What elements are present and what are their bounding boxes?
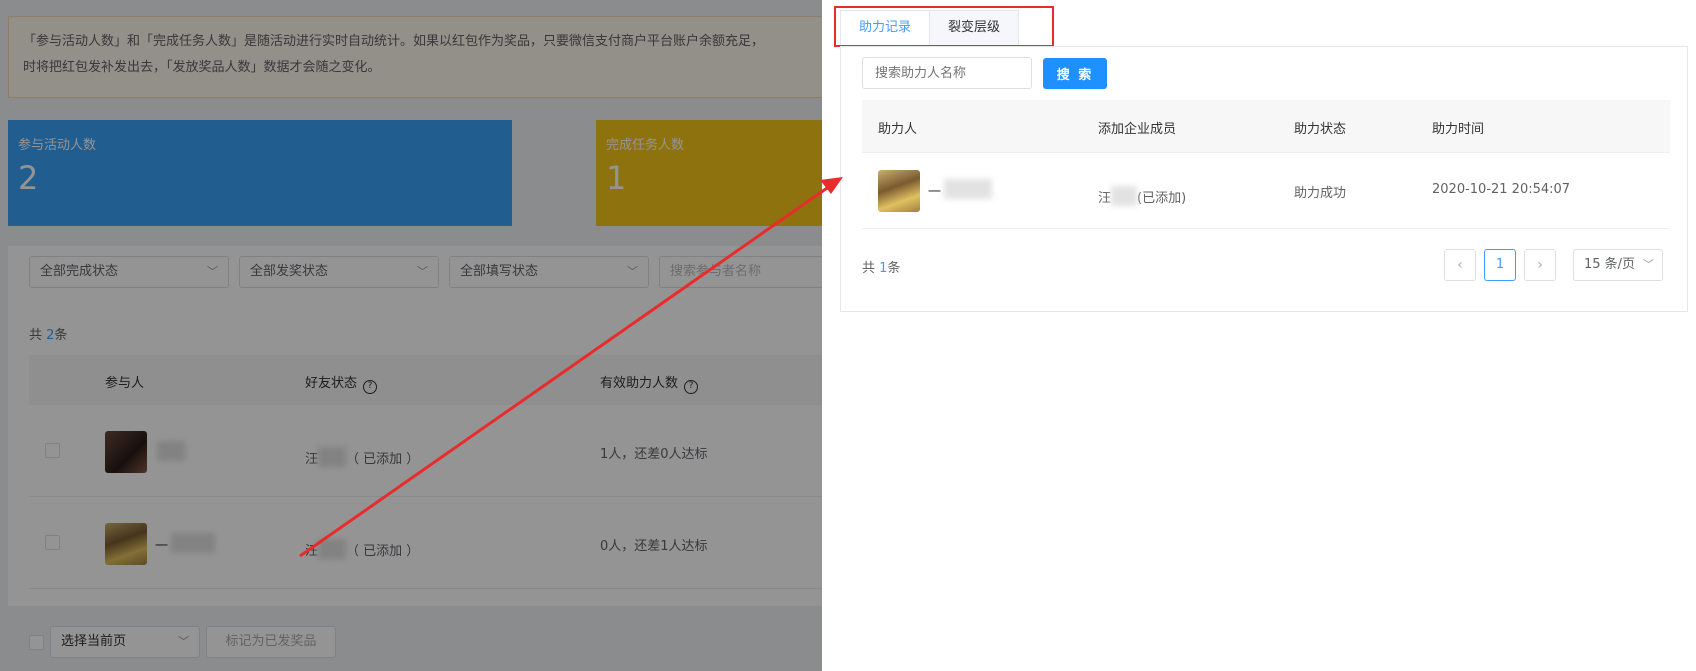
col-added-member: 添加企业成员 [1098, 122, 1177, 137]
total-suffix: 条 [887, 261, 901, 276]
chevron-down-icon: ﹀ [1643, 258, 1654, 271]
chevron-right-icon: › [1537, 257, 1543, 273]
annotation-highlight-box [834, 6, 1054, 47]
helpers-table-header: 助力人 添加企业成员 助力状态 助力时间 [862, 100, 1670, 153]
helper-records-drawer: 助力记录 裂变层级 搜 索 助力人 添加企业成员 助力状态 助力时间 一 汪(已… [822, 0, 1696, 671]
page-size-label: 15 条/页 [1584, 257, 1636, 272]
col-help-status: 助力状态 [1294, 122, 1347, 137]
col-helper: 助力人 [878, 122, 918, 137]
total-prefix: 共 [862, 261, 880, 276]
help-status: 助力成功 [1294, 186, 1347, 201]
redacted-name [944, 179, 992, 199]
chevron-left-icon: ‹ [1457, 257, 1463, 273]
search-button[interactable]: 搜 索 [1043, 58, 1107, 89]
member-status: (已添加) [1137, 191, 1187, 206]
helper-search-input[interactable] [862, 57, 1032, 89]
table-row: 一 汪 (已添加) 助力成功 2020-10-21 20:54:07 [862, 153, 1670, 229]
helpers-total: 共 1条 [862, 257, 900, 276]
member-name: 汪 [1098, 191, 1112, 206]
page-size-select[interactable]: 15 条/页 ﹀ [1573, 249, 1663, 281]
col-help-time: 助力时间 [1432, 122, 1485, 137]
redacted-member [1111, 186, 1138, 206]
page-number-current[interactable]: 1 [1484, 249, 1516, 281]
prev-page-button[interactable]: ‹ [1444, 249, 1476, 281]
added-member: 汪 (已添加) [1098, 182, 1186, 206]
avatar [878, 170, 920, 212]
next-page-button[interactable]: › [1524, 249, 1556, 281]
helper-name: 一 [928, 185, 942, 200]
help-time: 2020-10-21 20:54:07 [1432, 182, 1571, 197]
